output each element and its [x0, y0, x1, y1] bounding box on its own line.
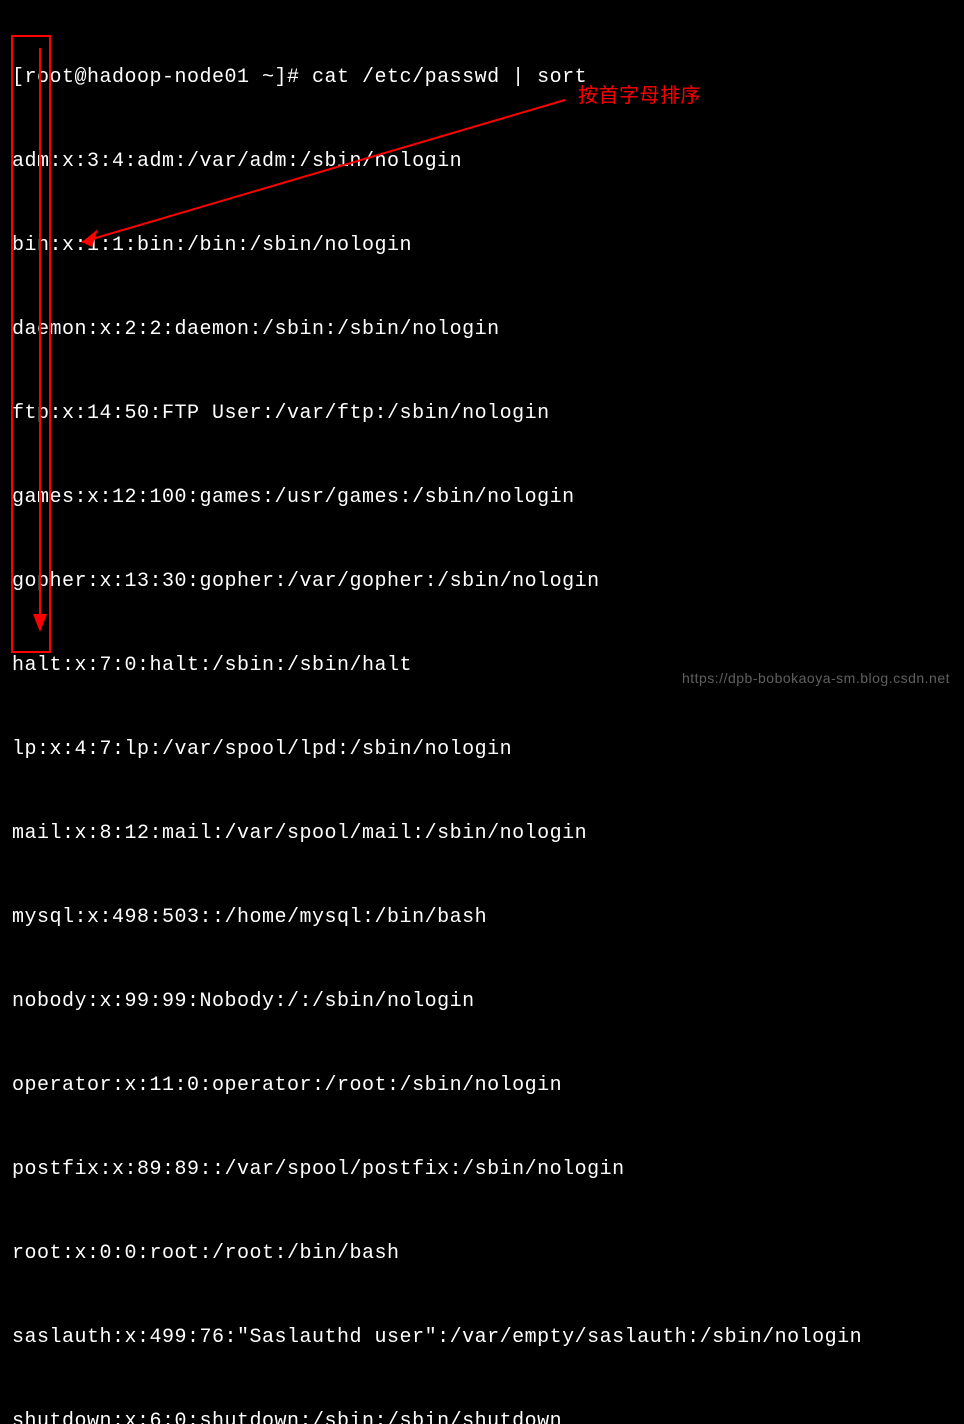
terminal-output[interactable]: [root@hadoop-node01 ~]# cat /etc/passwd …: [12, 8, 952, 1424]
output-line: gopher:x:13:30:gopher:/var/gopher:/sbin/…: [12, 568, 952, 596]
output-line: ftp:x:14:50:FTP User:/var/ftp:/sbin/nolo…: [12, 400, 952, 428]
shell-prompt: [root@hadoop-node01 ~]#: [12, 66, 312, 89]
output-line: halt:x:7:0:halt:/sbin:/sbin/halt: [12, 652, 952, 680]
output-line: mysql:x:498:503::/home/mysql:/bin/bash: [12, 904, 952, 932]
output-line: nobody:x:99:99:Nobody:/:/sbin/nologin: [12, 988, 952, 1016]
output-line: games:x:12:100:games:/usr/games:/sbin/no…: [12, 484, 952, 512]
output-line: daemon:x:2:2:daemon:/sbin:/sbin/nologin: [12, 316, 952, 344]
output-line: bin:x:1:1:bin:/bin:/sbin/nologin: [12, 232, 952, 260]
output-line: postfix:x:89:89::/var/spool/postfix:/sbi…: [12, 1156, 952, 1184]
output-line: saslauth:x:499:76:"Saslauthd user":/var/…: [12, 1324, 952, 1352]
output-line: adm:x:3:4:adm:/var/adm:/sbin/nologin: [12, 148, 952, 176]
output-line: shutdown:x:6:0:shutdown:/sbin:/sbin/shut…: [12, 1408, 952, 1424]
output-line: operator:x:11:0:operator:/root:/sbin/nol…: [12, 1072, 952, 1100]
output-line: root:x:0:0:root:/root:/bin/bash: [12, 1240, 952, 1268]
output-line: mail:x:8:12:mail:/var/spool/mail:/sbin/n…: [12, 820, 952, 848]
command-text: cat /etc/passwd | sort: [312, 66, 587, 89]
prompt-line: [root@hadoop-node01 ~]# cat /etc/passwd …: [12, 64, 952, 92]
output-line: lp:x:4:7:lp:/var/spool/lpd:/sbin/nologin: [12, 736, 952, 764]
